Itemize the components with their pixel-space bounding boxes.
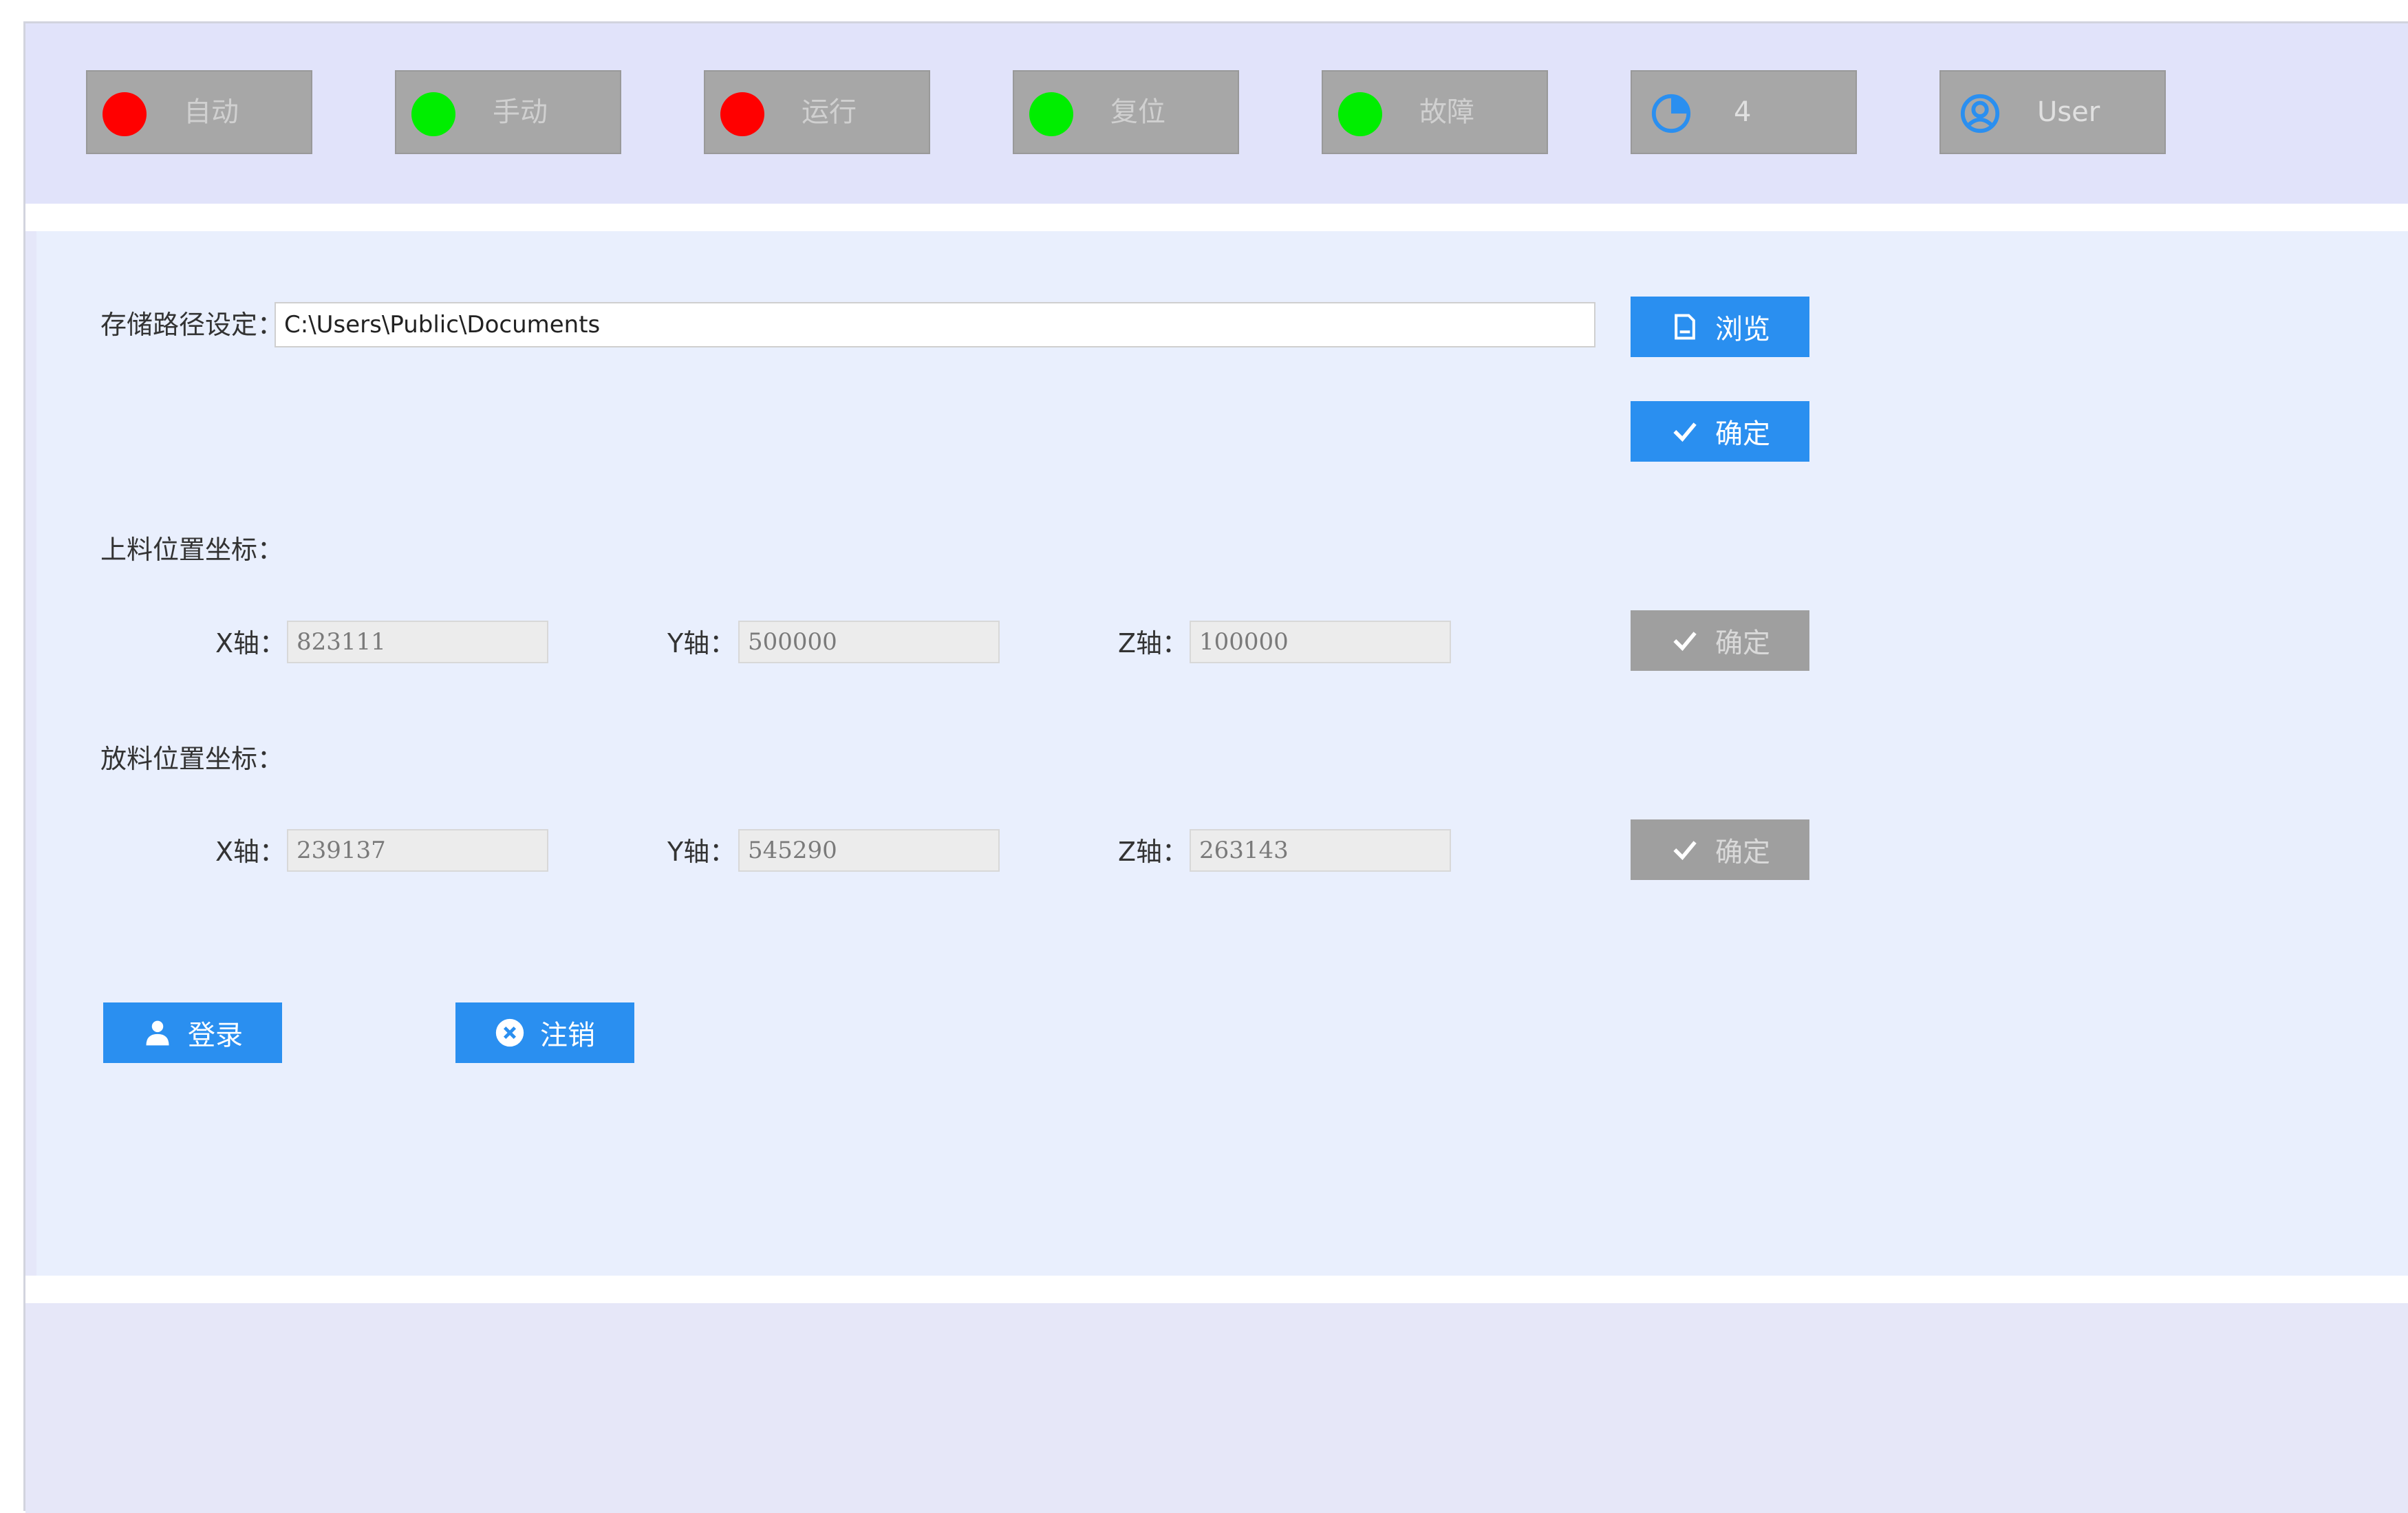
status-indicator-icon <box>720 92 764 136</box>
confirm-button-label: 确定 <box>1715 627 1770 659</box>
user-box[interactable]: User <box>1939 70 2166 154</box>
status-reset[interactable]: 复位 <box>1013 70 1239 154</box>
load-position-label: 上料位置坐标： <box>100 535 284 565</box>
top-separator <box>25 204 2408 231</box>
bottom-separator <box>25 1276 2408 1303</box>
status-running[interactable]: 运行 <box>704 70 930 154</box>
settings-panel: 存储路径设定： 浏览 确定 上料位置坐标： X轴： Y轴： Z轴： <box>36 231 2408 1276</box>
status-bar: 自动 手动 运行 复位 故障 4 User <box>25 23 2408 204</box>
storage-confirm-button[interactable]: 确定 <box>1631 401 1809 462</box>
storage-path-input[interactable] <box>275 302 1595 347</box>
user-circle-icon <box>1960 94 2000 133</box>
counter-value: 4 <box>1734 96 1752 128</box>
footer-panel <box>25 1303 2408 1513</box>
login-button[interactable]: 登录 <box>103 1002 282 1063</box>
pie-chart-icon <box>1651 94 1691 133</box>
unload-z-input[interactable] <box>1190 829 1451 872</box>
load-x-input[interactable] <box>287 621 548 663</box>
app-window: 自动 手动 运行 复位 故障 4 User 存储路径设定： C:\Users\P… <box>0 0 2408 1513</box>
counter-box[interactable]: 4 <box>1631 70 1857 154</box>
load-y-label: Y轴： <box>667 628 736 658</box>
check-icon <box>1673 632 1697 652</box>
storage-path-label: 存储路径设定： <box>100 310 284 340</box>
person-icon <box>146 1020 169 1046</box>
status-indicator-icon <box>103 92 147 136</box>
unload-x-input[interactable] <box>287 829 548 872</box>
check-icon <box>1673 841 1697 861</box>
unload-y-label: Y轴： <box>667 837 736 867</box>
load-y-input[interactable] <box>738 621 1000 663</box>
load-z-label: Z轴： <box>1118 628 1189 658</box>
unload-z-label: Z轴： <box>1118 837 1189 867</box>
user-label: User <box>2037 96 2100 128</box>
load-confirm-button[interactable]: 确定 <box>1631 610 1809 671</box>
login-button-label: 登录 <box>188 1020 243 1051</box>
logout-button[interactable]: 注销 <box>455 1002 634 1063</box>
status-label: 运行 <box>802 96 857 128</box>
browse-button[interactable]: 浏览 <box>1631 297 1809 357</box>
status-fault[interactable]: 故障 <box>1322 70 1548 154</box>
status-label: 故障 <box>1419 96 1474 128</box>
status-label: 手动 <box>493 96 548 128</box>
status-auto[interactable]: 自动 <box>86 70 312 154</box>
load-z-input[interactable] <box>1190 621 1451 663</box>
main-frame: 自动 手动 运行 复位 故障 4 User 存储路径设定： C:\Users\P… <box>23 21 2408 1513</box>
logout-button-label: 注销 <box>540 1020 595 1051</box>
check-icon <box>1673 422 1697 442</box>
unload-position-label: 放料位置坐标： <box>100 744 284 774</box>
status-indicator-icon <box>1029 92 1073 136</box>
confirm-button-label: 确定 <box>1715 418 1770 450</box>
status-manual[interactable]: 手动 <box>395 70 621 154</box>
browse-button-label: 浏览 <box>1715 314 1770 345</box>
unload-confirm-button[interactable]: 确定 <box>1631 819 1809 880</box>
status-label: 复位 <box>1110 96 1165 128</box>
unload-x-label: X轴： <box>215 837 286 867</box>
confirm-button-label: 确定 <box>1715 837 1770 868</box>
close-circle-icon <box>495 1018 524 1047</box>
status-indicator-icon <box>411 92 455 136</box>
status-indicator-icon <box>1338 92 1382 136</box>
load-x-label: X轴： <box>215 628 286 658</box>
document-icon <box>1675 314 1695 340</box>
unload-y-input[interactable] <box>738 829 1000 872</box>
status-label: 自动 <box>184 96 239 128</box>
